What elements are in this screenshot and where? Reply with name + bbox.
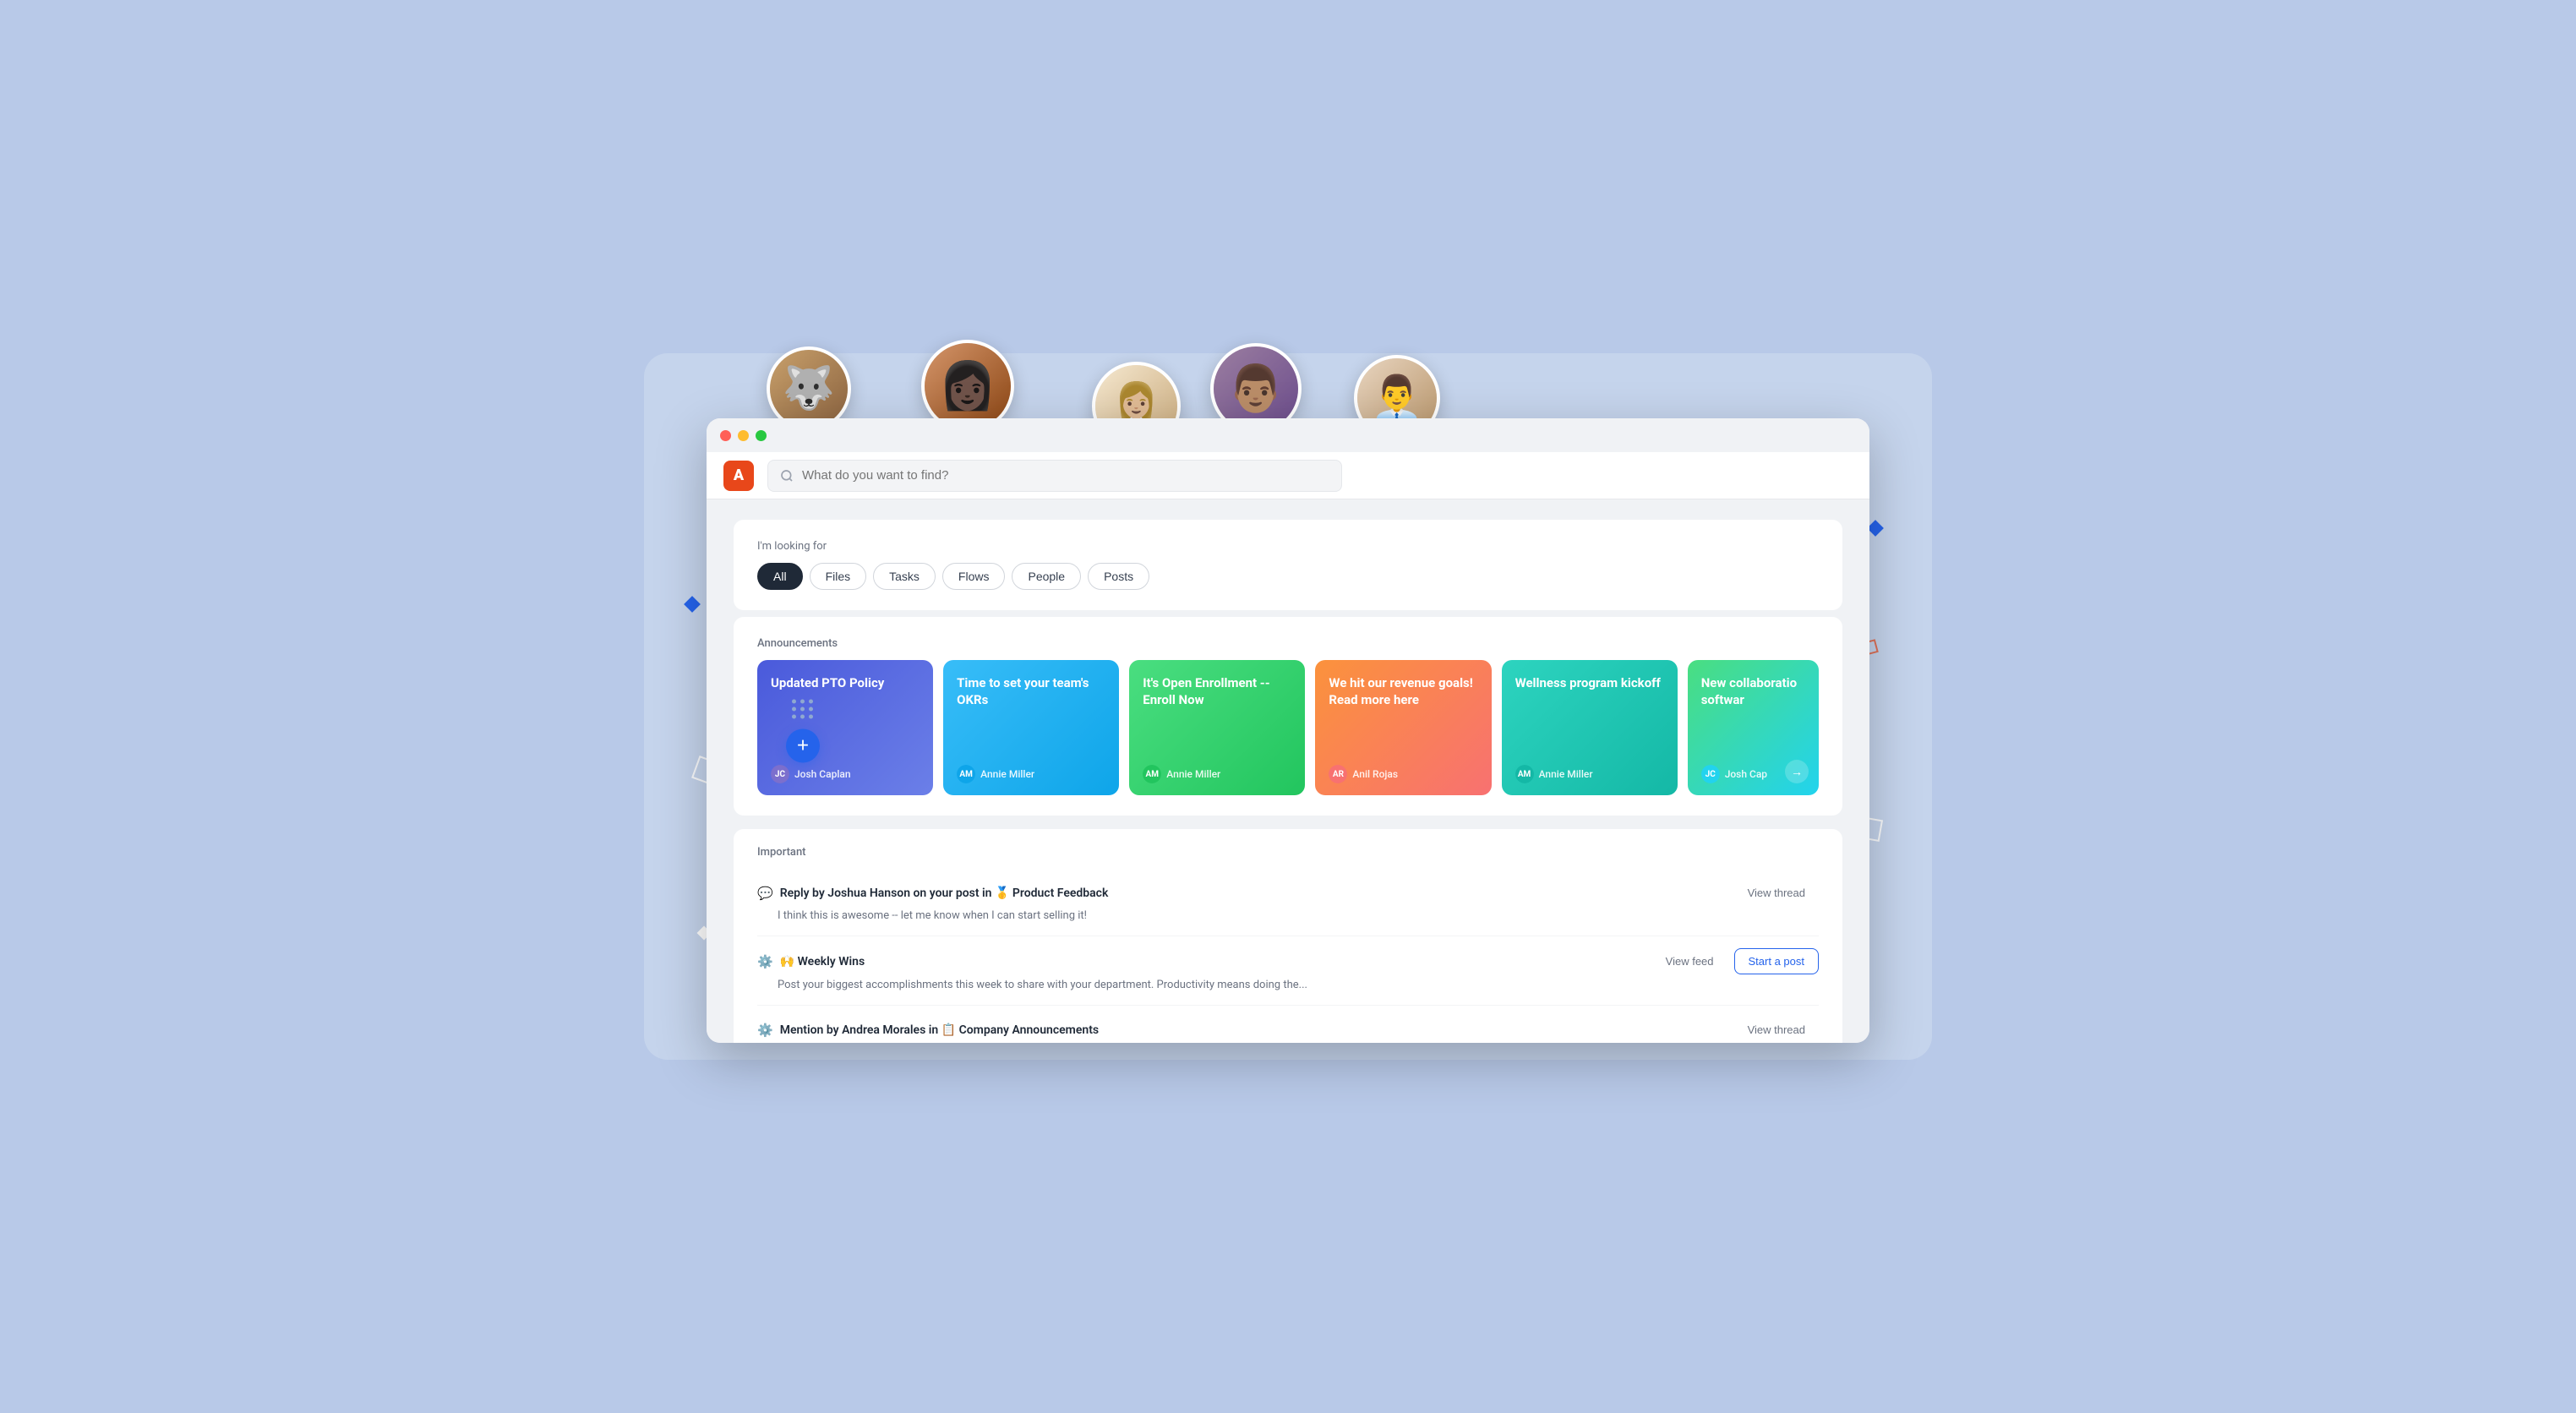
author-avatar: AM [1515, 765, 1534, 783]
important-item-weekly: ⚙️ 🙌 Weekly Wins View feed Start a post … [757, 936, 1819, 1006]
filter-tab-people[interactable]: People [1012, 563, 1081, 590]
reply-actions: View thread [1734, 881, 1819, 905]
filter-label: I'm looking for [757, 540, 1819, 553]
reply-icon: 💬 [757, 886, 773, 901]
reply-description: I think this is awesome -- let me know w… [757, 908, 1819, 924]
fab-add-button[interactable]: + [786, 728, 820, 762]
important-card: Important 💬 Reply by Joshua Hanson on yo… [734, 829, 1842, 1043]
view-thread-button-mention[interactable]: View thread [1734, 1017, 1819, 1042]
weekly-actions: View feed Start a post [1652, 948, 1819, 974]
announcements-card: Announcements Updated PTO Policy JC Josh… [734, 617, 1842, 816]
author-avatar: AR [1329, 765, 1347, 783]
announcement-author: AM Annie Miller [1143, 765, 1291, 783]
start-post-button[interactable]: Start a post [1734, 948, 1819, 974]
announcement-pto[interactable]: Updated PTO Policy JC Josh Caplan [757, 660, 933, 795]
titlebar [707, 418, 1869, 452]
app-logo: A [723, 461, 754, 491]
announcement-author: AR Anil Rojas [1329, 765, 1477, 783]
filter-tab-flows[interactable]: Flows [942, 563, 1006, 590]
author-name: Josh Caplan [794, 768, 851, 780]
important-item-reply-title: 💬 Reply by Joshua Hanson on your post in… [757, 886, 1108, 901]
search-icon [780, 469, 794, 483]
announcement-author: AM Annie Miller [957, 765, 1105, 783]
announcement-wellness[interactable]: Wellness program kickoff AM Annie Miller [1502, 660, 1678, 795]
announcement-title: Time to set your team's OKRs [957, 675, 1105, 755]
view-feed-button[interactable]: View feed [1652, 949, 1727, 974]
main-content: I'm looking for All Files Tasks Flows Pe… [707, 499, 1869, 1043]
filter-tab-tasks[interactable]: Tasks [873, 563, 936, 590]
announcement-title: New collaboratio softwar [1701, 675, 1805, 755]
filter-tabs: All Files Tasks Flows People Posts [757, 563, 1819, 590]
minimize-button[interactable] [738, 430, 749, 441]
important-item-weekly-header: ⚙️ 🙌 Weekly Wins View feed Start a post [757, 948, 1819, 974]
next-arrow-icon[interactable]: → [1785, 760, 1809, 783]
mention-actions: View thread [1734, 1017, 1819, 1042]
important-item-reply: 💬 Reply by Joshua Hanson on your post in… [757, 869, 1819, 936]
view-thread-button-reply[interactable]: View thread [1734, 881, 1819, 905]
filter-tab-posts[interactable]: Posts [1088, 563, 1149, 590]
app-header: A [707, 452, 1869, 499]
search-input[interactable] [802, 468, 1329, 483]
mention-icon: ⚙️ [757, 1023, 773, 1038]
filter-card: I'm looking for All Files Tasks Flows Pe… [734, 520, 1842, 610]
important-item-mention-header: ⚙️ Mention by Andrea Morales in 📋 Compan… [757, 1017, 1819, 1042]
close-button[interactable] [720, 430, 731, 441]
filter-tab-files[interactable]: Files [810, 563, 867, 590]
author-name: Annie Miller [1539, 768, 1593, 780]
weekly-description: Post your biggest accomplishments this w… [757, 978, 1819, 993]
maximize-button[interactable] [756, 430, 767, 441]
important-item-weekly-title: ⚙️ 🙌 Weekly Wins [757, 954, 865, 969]
author-name: Annie Miller [1166, 768, 1220, 780]
author-avatar: AM [957, 765, 975, 783]
author-avatar: JC [1701, 765, 1720, 783]
app-background: 🐺 👩🏿 👩🏼‍💼 👨🏽 👨‍💼 A [644, 353, 1932, 1060]
announcement-title: We hit our revenue goals! Read more here [1329, 675, 1477, 755]
announcement-author: JC Josh Caplan [771, 765, 920, 783]
author-name: Annie Miller [980, 768, 1034, 780]
announcement-author: AM Annie Miller [1515, 765, 1664, 783]
important-item-mention: ⚙️ Mention by Andrea Morales in 📋 Compan… [757, 1006, 1819, 1043]
important-label: Important [757, 846, 1819, 859]
announcement-enrollment[interactable]: It's Open Enrollment -- Enroll Now AM An… [1129, 660, 1305, 795]
author-avatar: AM [1143, 765, 1161, 783]
announcement-revenue[interactable]: We hit our revenue goals! Read more here… [1315, 660, 1491, 795]
search-bar[interactable] [767, 460, 1342, 492]
important-item-mention-title: ⚙️ Mention by Andrea Morales in 📋 Compan… [757, 1023, 1099, 1038]
announcement-title: Wellness program kickoff [1515, 675, 1664, 755]
author-name: Josh Cap [1725, 768, 1767, 780]
important-item-reply-header: 💬 Reply by Joshua Hanson on your post in… [757, 881, 1819, 905]
announcement-title: It's Open Enrollment -- Enroll Now [1143, 675, 1291, 755]
announcements-grid: Updated PTO Policy JC Josh Caplan Time t… [757, 660, 1819, 795]
announcement-okrs[interactable]: Time to set your team's OKRs AM Annie Mi… [943, 660, 1119, 795]
fab-dots-grid [792, 699, 814, 718]
announcement-collab[interactable]: New collaboratio softwar JC Josh Cap → [1688, 660, 1819, 795]
announcements-label: Announcements [757, 637, 1819, 650]
app-window: A + I'm looking for [707, 418, 1869, 1043]
weekly-icon: ⚙️ [757, 954, 773, 969]
author-name: Anil Rojas [1352, 768, 1398, 780]
filter-tab-all[interactable]: All [757, 563, 803, 590]
author-avatar: JC [771, 765, 789, 783]
fab-area: + [786, 699, 820, 762]
